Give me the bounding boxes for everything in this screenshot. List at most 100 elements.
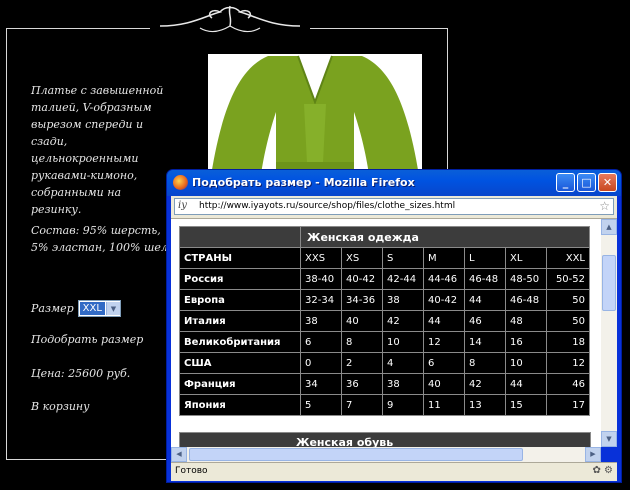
pick-size-link[interactable]: Подобрать размер [31, 333, 143, 346]
table-cell: 13 [464, 394, 506, 416]
table-cell: 4 [382, 352, 424, 374]
firefox-icon [173, 175, 188, 190]
size-header: XXL [546, 247, 590, 269]
table-cell: 38 [382, 289, 424, 311]
size-table: Женская одежда СТРАНЫ XXS XS S M L XL XX… [179, 226, 590, 416]
table-cell: 42-44 [382, 268, 424, 290]
table-cell: 48-50 [505, 268, 547, 290]
product-composition: Состав: 95% шерсть, 5% эластан, 100% шел… [31, 224, 175, 254]
table-cell: 16 [505, 331, 547, 353]
table-cell: 42 [382, 310, 424, 332]
table-row: Великобритания 6 8 10 12 14 16 18 [179, 331, 590, 353]
table-row: Япония 5 7 9 11 13 15 17 [179, 394, 590, 416]
table-cell: 40-42 [423, 289, 465, 311]
address-bar: iy http://www.iyayots.ru/source/shop/fil… [171, 196, 617, 219]
close-button[interactable]: ✕ [598, 173, 617, 192]
table-caption: Женская одежда [300, 226, 590, 248]
table-row: Италия 38 40 42 44 46 48 50 [179, 310, 590, 332]
vertical-scrollbar[interactable]: ▲ ▼ [601, 219, 617, 447]
table-cell: 50 [546, 310, 590, 332]
table-cell: 10 [382, 331, 424, 353]
table-cell: 50-52 [546, 268, 590, 290]
table-header-row: СТРАНЫ XXS XS S M L XL XXL [179, 247, 590, 269]
scroll-right-icon[interactable]: ▶ [585, 447, 601, 462]
size-header: XL [505, 247, 547, 269]
connection-icon: ⚙ [604, 465, 613, 476]
scroll-down-icon[interactable]: ▼ [601, 431, 617, 447]
add-to-cart-link[interactable]: В корзину [31, 400, 90, 413]
table-cell: 44 [464, 289, 506, 311]
table-cell: 10 [505, 352, 547, 374]
product-image[interactable] [208, 54, 422, 182]
popup-content: Женская одежда СТРАНЫ XXS XS S M L XL XX… [171, 219, 601, 447]
table-cell: 34 [300, 373, 342, 395]
table-cell: 34-36 [341, 289, 383, 311]
star-icon[interactable]: ☆ [599, 199, 610, 213]
table-cell: 40 [423, 373, 465, 395]
row-country: Европа [179, 289, 301, 311]
table-cell: 11 [423, 394, 465, 416]
window-titlebar[interactable]: Подобрать размер - Mozilla Firefox _ □ ✕ [167, 170, 621, 196]
table-cell: 7 [341, 394, 383, 416]
table-cell: 0 [300, 352, 342, 374]
size-header: XS [341, 247, 383, 269]
table-cell: 6 [423, 352, 465, 374]
size-row: Размер XXL ▼ [31, 300, 121, 317]
size-popup-window[interactable]: Подобрать размер - Mozilla Firefox _ □ ✕… [167, 170, 621, 482]
header-countries: СТРАНЫ [179, 247, 301, 269]
table-row: Европа 32-34 34-36 38 40-42 44 46-48 50 [179, 289, 590, 311]
table-cell: 44 [505, 373, 547, 395]
table-cell: 12 [546, 352, 590, 374]
table-cell: 18 [546, 331, 590, 353]
size-label: Размер [31, 302, 74, 315]
scroll-up-icon[interactable]: ▲ [601, 219, 617, 235]
table-cell: 48 [505, 310, 547, 332]
next-table-caption: Женская обувь [179, 432, 591, 447]
status-icons: ✿ ⚙ [592, 465, 613, 476]
table-row: Франция 34 36 38 40 42 44 46 [179, 373, 590, 395]
ornament-icon [150, 2, 310, 38]
product-price: Цена: 25600 руб. [31, 367, 131, 380]
window-title: Подобрать размер - Mozilla Firefox [192, 176, 415, 189]
table-cell: 46 [464, 310, 506, 332]
table-cell: 44-46 [423, 268, 465, 290]
row-country: США [179, 352, 301, 374]
product-description: Платье с завышенной талией, V-образным в… [31, 84, 164, 216]
size-select[interactable]: XXL ▼ [77, 300, 121, 317]
horizontal-scrollbar[interactable]: ◀ ▶ [171, 447, 601, 462]
table-cell: 9 [382, 394, 424, 416]
table-cell: 12 [423, 331, 465, 353]
addon-icon[interactable]: ✿ [592, 465, 600, 476]
table-cell: 8 [464, 352, 506, 374]
table-cell: 36 [341, 373, 383, 395]
table-cell: 38 [300, 310, 342, 332]
horizontal-scroll-thumb[interactable] [189, 448, 523, 461]
row-country: Россия [179, 268, 301, 290]
table-cell: 40 [341, 310, 383, 332]
table-cell: 2 [341, 352, 383, 374]
status-bar: Готово ✿ ⚙ [171, 462, 617, 481]
table-cell: 38-40 [300, 268, 342, 290]
table-cell: 5 [300, 394, 342, 416]
row-country: Италия [179, 310, 301, 332]
maximize-button[interactable]: □ [577, 173, 596, 192]
size-header: S [382, 247, 424, 269]
address-url: http://www.iyayots.ru/source/shop/files/… [199, 201, 456, 211]
table-cell: 38 [382, 373, 424, 395]
table-cell: 42 [464, 373, 506, 395]
size-select-value: XXL [79, 302, 105, 315]
minimize-button[interactable]: _ [556, 173, 575, 192]
chevron-down-icon[interactable]: ▼ [105, 302, 120, 315]
status-text: Готово [175, 466, 208, 476]
table-cell: 6 [300, 331, 342, 353]
size-header: L [464, 247, 506, 269]
table-cell: 32-34 [300, 289, 342, 311]
address-field[interactable]: iy http://www.iyayots.ru/source/shop/fil… [174, 198, 614, 215]
size-header: XXS [300, 247, 342, 269]
row-country: Великобритания [179, 331, 301, 353]
scroll-left-icon[interactable]: ◀ [171, 447, 187, 462]
size-header: M [423, 247, 465, 269]
table-cell: 50 [546, 289, 590, 311]
vertical-scroll-thumb[interactable] [602, 255, 616, 311]
table-caption-row: Женская одежда [179, 226, 590, 248]
